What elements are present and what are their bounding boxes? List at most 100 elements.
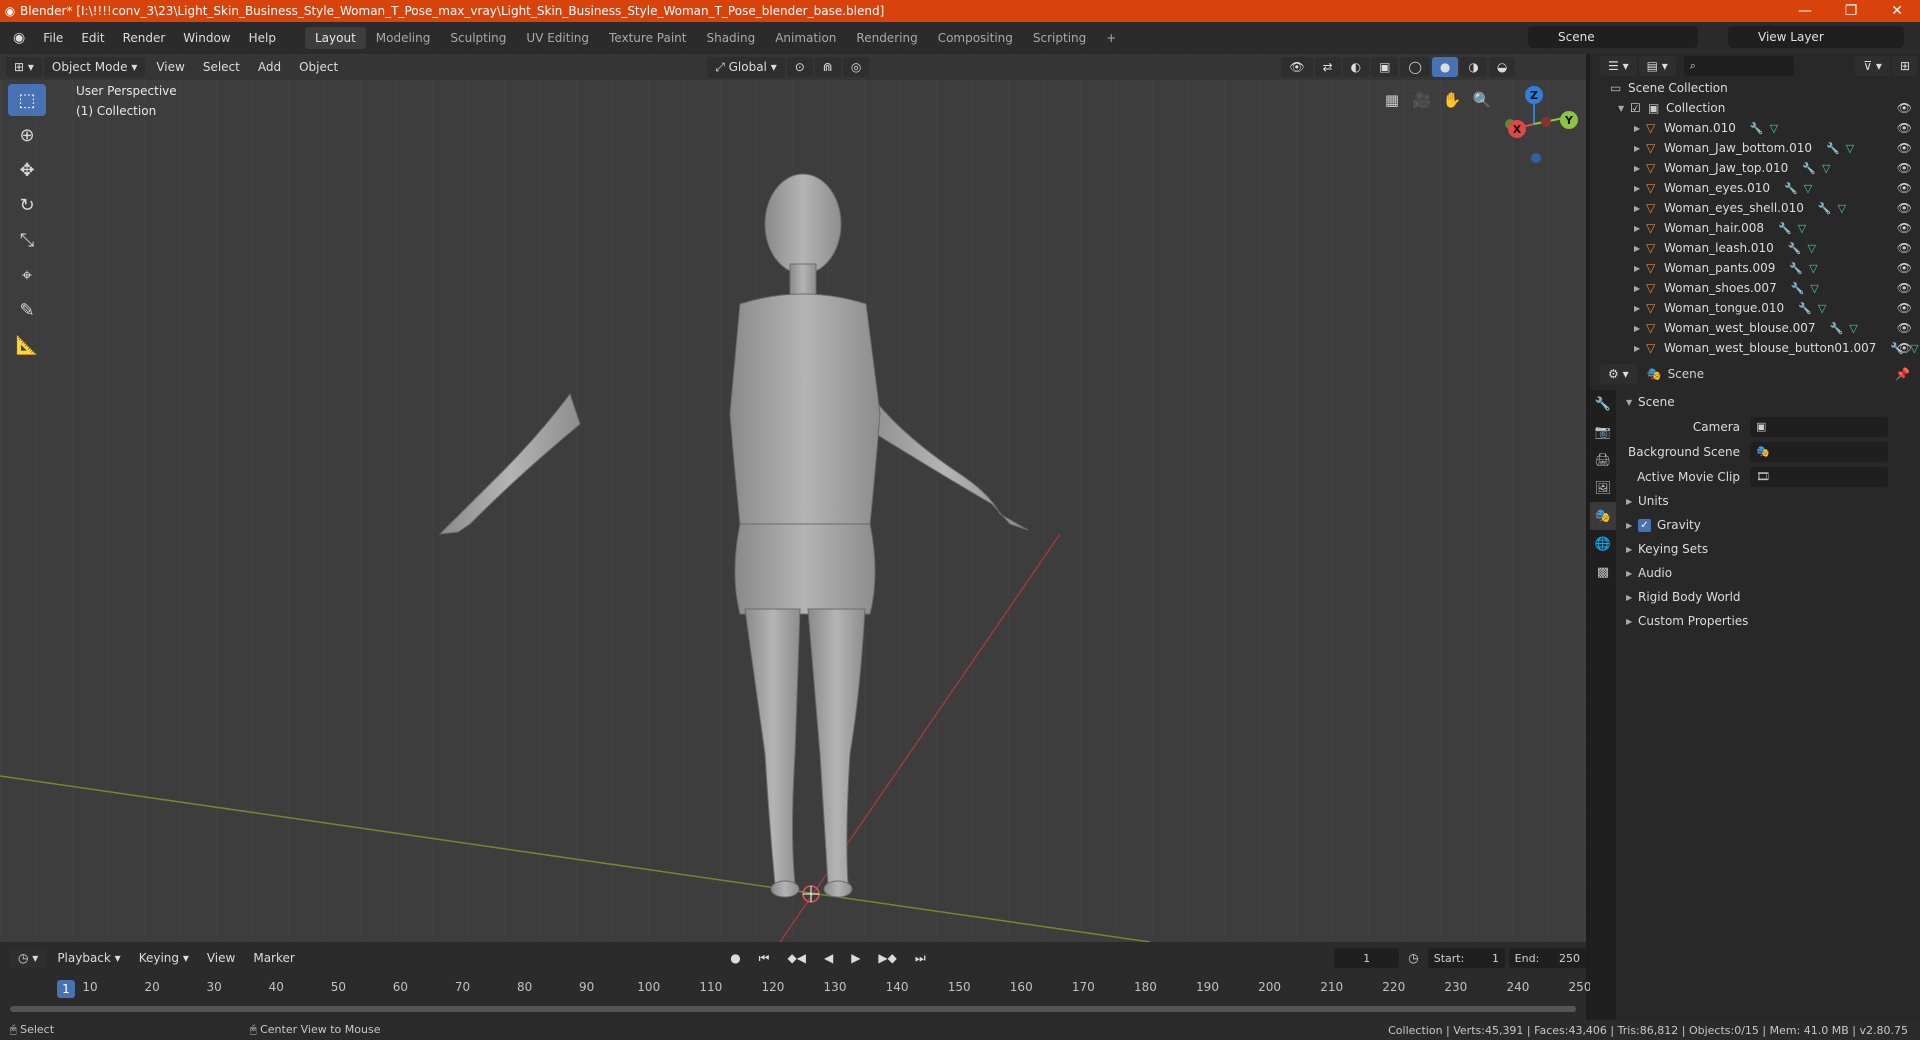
outliner-object-row[interactable]: ▶ ▽ Woman.010 🔧 ▽ 👁 xyxy=(1590,118,1920,138)
collapse-arrow-icon[interactable]: ▼ xyxy=(1618,104,1630,113)
active-movie-clip-field[interactable]: 🎞 xyxy=(1750,466,1888,487)
play-icon[interactable]: ▶ xyxy=(842,951,869,965)
shading-rendered-icon[interactable]: ◒ xyxy=(1488,57,1516,77)
output-tab-icon[interactable]: 🖨 xyxy=(1590,446,1616,474)
snap-icon[interactable]: ⋒ xyxy=(814,57,841,77)
eye-icon[interactable]: 👁 xyxy=(1897,161,1912,175)
tab-shading[interactable]: Shading xyxy=(696,27,765,49)
gravity-checkbox[interactable]: ✓ xyxy=(1638,518,1651,532)
timeline-editor-type[interactable]: ◷ ▾ xyxy=(10,948,47,968)
new-collection-icon[interactable]: ⊞ xyxy=(1891,56,1918,76)
mesh-data-icon[interactable]: ▽ xyxy=(1798,222,1806,235)
outliner-object-row[interactable]: ▶ ▽ Woman_leash.010 🔧 ▽ 👁 xyxy=(1590,238,1920,258)
render-tab-icon[interactable]: 📷 xyxy=(1590,418,1616,446)
3d-viewport[interactable]: ⊞ ▾ Object Mode ▾ View Select Add Object… xyxy=(0,54,1586,942)
measure-icon[interactable]: 📐 xyxy=(8,329,46,361)
viewport-menu-object[interactable]: Object xyxy=(290,60,347,74)
menu-window[interactable]: Window xyxy=(174,31,239,45)
outliner-object-row[interactable]: ▶ ▽ Woman_west_blouse.007 🔧 ▽ 👁 xyxy=(1590,318,1920,338)
outliner-object-row[interactable]: ▶ ▽ Woman_Jaw_top.010 🔧 ▽ 👁 xyxy=(1590,158,1920,178)
gizmo-toggle-icon[interactable]: ⇄ xyxy=(1314,57,1341,77)
mesh-data-icon[interactable]: ▽ xyxy=(1808,242,1816,255)
rotate-icon[interactable]: ↻ xyxy=(8,189,46,221)
next-keyframe-icon[interactable]: ▶◆ xyxy=(869,951,905,965)
outliner-object-row[interactable]: ▶ ▽ Woman_shoes.007 🔧 ▽ 👁 xyxy=(1590,278,1920,298)
expand-arrow-icon[interactable]: ▶ xyxy=(1634,264,1646,273)
eye-icon[interactable]: 👁 xyxy=(1897,261,1912,275)
properties-editor-type[interactable]: ⚙ ▾ xyxy=(1600,364,1637,384)
camera-view-icon[interactable]: 🎥 xyxy=(1408,86,1436,114)
annotate-icon[interactable]: ✎ xyxy=(8,294,46,326)
expand-arrow-icon[interactable]: ▶ xyxy=(1634,184,1646,193)
play-reverse-icon[interactable]: ◀ xyxy=(815,951,842,965)
expand-arrow-icon[interactable]: ▶ xyxy=(1634,324,1646,333)
maximize-button[interactable]: ❐ xyxy=(1828,3,1874,19)
move-icon[interactable]: ✥ xyxy=(8,154,46,186)
select-box-icon[interactable]: ⬚ xyxy=(8,84,46,116)
tool-tab-icon[interactable]: 🔧 xyxy=(1590,390,1616,418)
mesh-data-icon[interactable]: ▽ xyxy=(1849,322,1857,335)
menu-file[interactable]: File xyxy=(34,31,72,45)
tab-uv-editing[interactable]: UV Editing xyxy=(516,27,599,49)
menu-help[interactable]: Help xyxy=(240,31,285,45)
mesh-data-icon[interactable]: ▽ xyxy=(1770,122,1778,135)
menu-edit[interactable]: Edit xyxy=(72,31,113,45)
outliner-search-input[interactable]: ⌕ xyxy=(1683,56,1794,76)
xray-icon[interactable]: ▣ xyxy=(1371,57,1399,77)
end-frame-field[interactable]: End: 250 xyxy=(1508,948,1586,968)
zoom-icon[interactable]: 🔍 xyxy=(1468,86,1496,114)
modifier-wrench-icon[interactable]: 🔧 xyxy=(1830,322,1844,335)
mesh-data-icon[interactable]: ▽ xyxy=(1810,282,1818,295)
outliner-object-row[interactable]: ▶ ▽ Woman_west_blouse_button01.007 🔧 ▽ 👁 xyxy=(1590,338,1920,358)
modifier-wrench-icon[interactable]: 🔧 xyxy=(1788,242,1802,255)
outliner-object-row[interactable]: ▶ ▽ Woman_hair.008 🔧 ▽ 👁 xyxy=(1590,218,1920,238)
menu-render[interactable]: Render xyxy=(114,31,175,45)
eye-icon[interactable]: 👁 xyxy=(1897,241,1912,255)
mesh-data-icon[interactable]: ▽ xyxy=(1818,302,1826,315)
collection-row[interactable]: ▼ ☑ ▣ Collection 👁 xyxy=(1590,98,1920,118)
eye-icon[interactable]: 👁 xyxy=(1897,121,1912,135)
expand-arrow-icon[interactable]: ▶ xyxy=(1634,284,1646,293)
expand-arrow-icon[interactable]: ▶ xyxy=(1634,224,1646,233)
modifier-wrench-icon[interactable]: 🔧 xyxy=(1778,222,1792,235)
viewport-menu-view[interactable]: View xyxy=(147,60,193,74)
gizmo-y[interactable]: Y xyxy=(1560,111,1578,129)
tab-texture-paint[interactable]: Texture Paint xyxy=(599,27,696,49)
eye-icon[interactable]: 👁 xyxy=(1897,221,1912,235)
eye-icon[interactable]: 👁 xyxy=(1897,101,1912,115)
modifier-wrench-icon[interactable]: 🔧 xyxy=(1798,302,1812,315)
tab-scripting[interactable]: Scripting xyxy=(1023,27,1096,49)
background-scene-field[interactable]: 🎭 xyxy=(1750,441,1888,462)
preview-range-icon[interactable]: ◷ xyxy=(1399,951,1427,965)
eye-icon[interactable]: 👁 xyxy=(1897,181,1912,195)
outliner-object-row[interactable]: ▶ ▽ Woman_eyes.010 🔧 ▽ 👁 xyxy=(1590,178,1920,198)
minimize-button[interactable]: — xyxy=(1782,3,1828,19)
scene-collection-row[interactable]: ▭ Scene Collection xyxy=(1590,78,1920,98)
outliner-object-row[interactable]: ▶ ▽ Woman_pants.009 🔧 ▽ 👁 xyxy=(1590,258,1920,278)
expand-arrow-icon[interactable]: ▶ xyxy=(1634,144,1646,153)
pivot-point-icon[interactable]: ⊙ xyxy=(786,57,813,77)
outliner-object-row[interactable]: ▶ ▽ Woman_tongue.010 🔧 ▽ 👁 xyxy=(1590,298,1920,318)
editor-type-button[interactable]: ⊞ ▾ xyxy=(6,57,42,77)
viewport-menu-select[interactable]: Select xyxy=(194,60,249,74)
rigid-body-world-section[interactable]: ▶ Rigid Body World xyxy=(1620,585,1920,609)
gizmo-z[interactable]: Z xyxy=(1525,86,1543,104)
tab-compositing[interactable]: Compositing xyxy=(928,27,1023,49)
expand-arrow-icon[interactable]: ▶ xyxy=(1634,164,1646,173)
mesh-data-icon[interactable]: ▽ xyxy=(1809,262,1817,275)
transform-orientation-dropdown[interactable]: ⤢ Global ▾ xyxy=(707,56,785,78)
viewport-menu-add[interactable]: Add xyxy=(249,60,290,74)
timeline-menu-marker[interactable]: Marker xyxy=(244,951,303,965)
expand-arrow-icon[interactable]: ▶ xyxy=(1634,344,1646,353)
timeline-menu-view[interactable]: View xyxy=(198,951,244,965)
scene-tab-icon[interactable]: 🎭 xyxy=(1590,502,1616,530)
current-frame-field[interactable]: 1 xyxy=(1333,948,1400,968)
camera-field[interactable]: ▣ xyxy=(1750,416,1888,437)
texture-tab-icon[interactable]: ▩ xyxy=(1590,558,1616,586)
scene-selector[interactable]: Scene xyxy=(1528,26,1698,48)
timeline-scrollbar[interactable] xyxy=(10,1006,1576,1012)
custom-properties-section[interactable]: ▶ Custom Properties xyxy=(1620,609,1920,633)
modifier-wrench-icon[interactable]: 🔧 xyxy=(1791,282,1805,295)
navigation-gizmo[interactable]: Z Y X xyxy=(1498,84,1578,164)
modifier-wrench-icon[interactable]: 🔧 xyxy=(1784,182,1798,195)
